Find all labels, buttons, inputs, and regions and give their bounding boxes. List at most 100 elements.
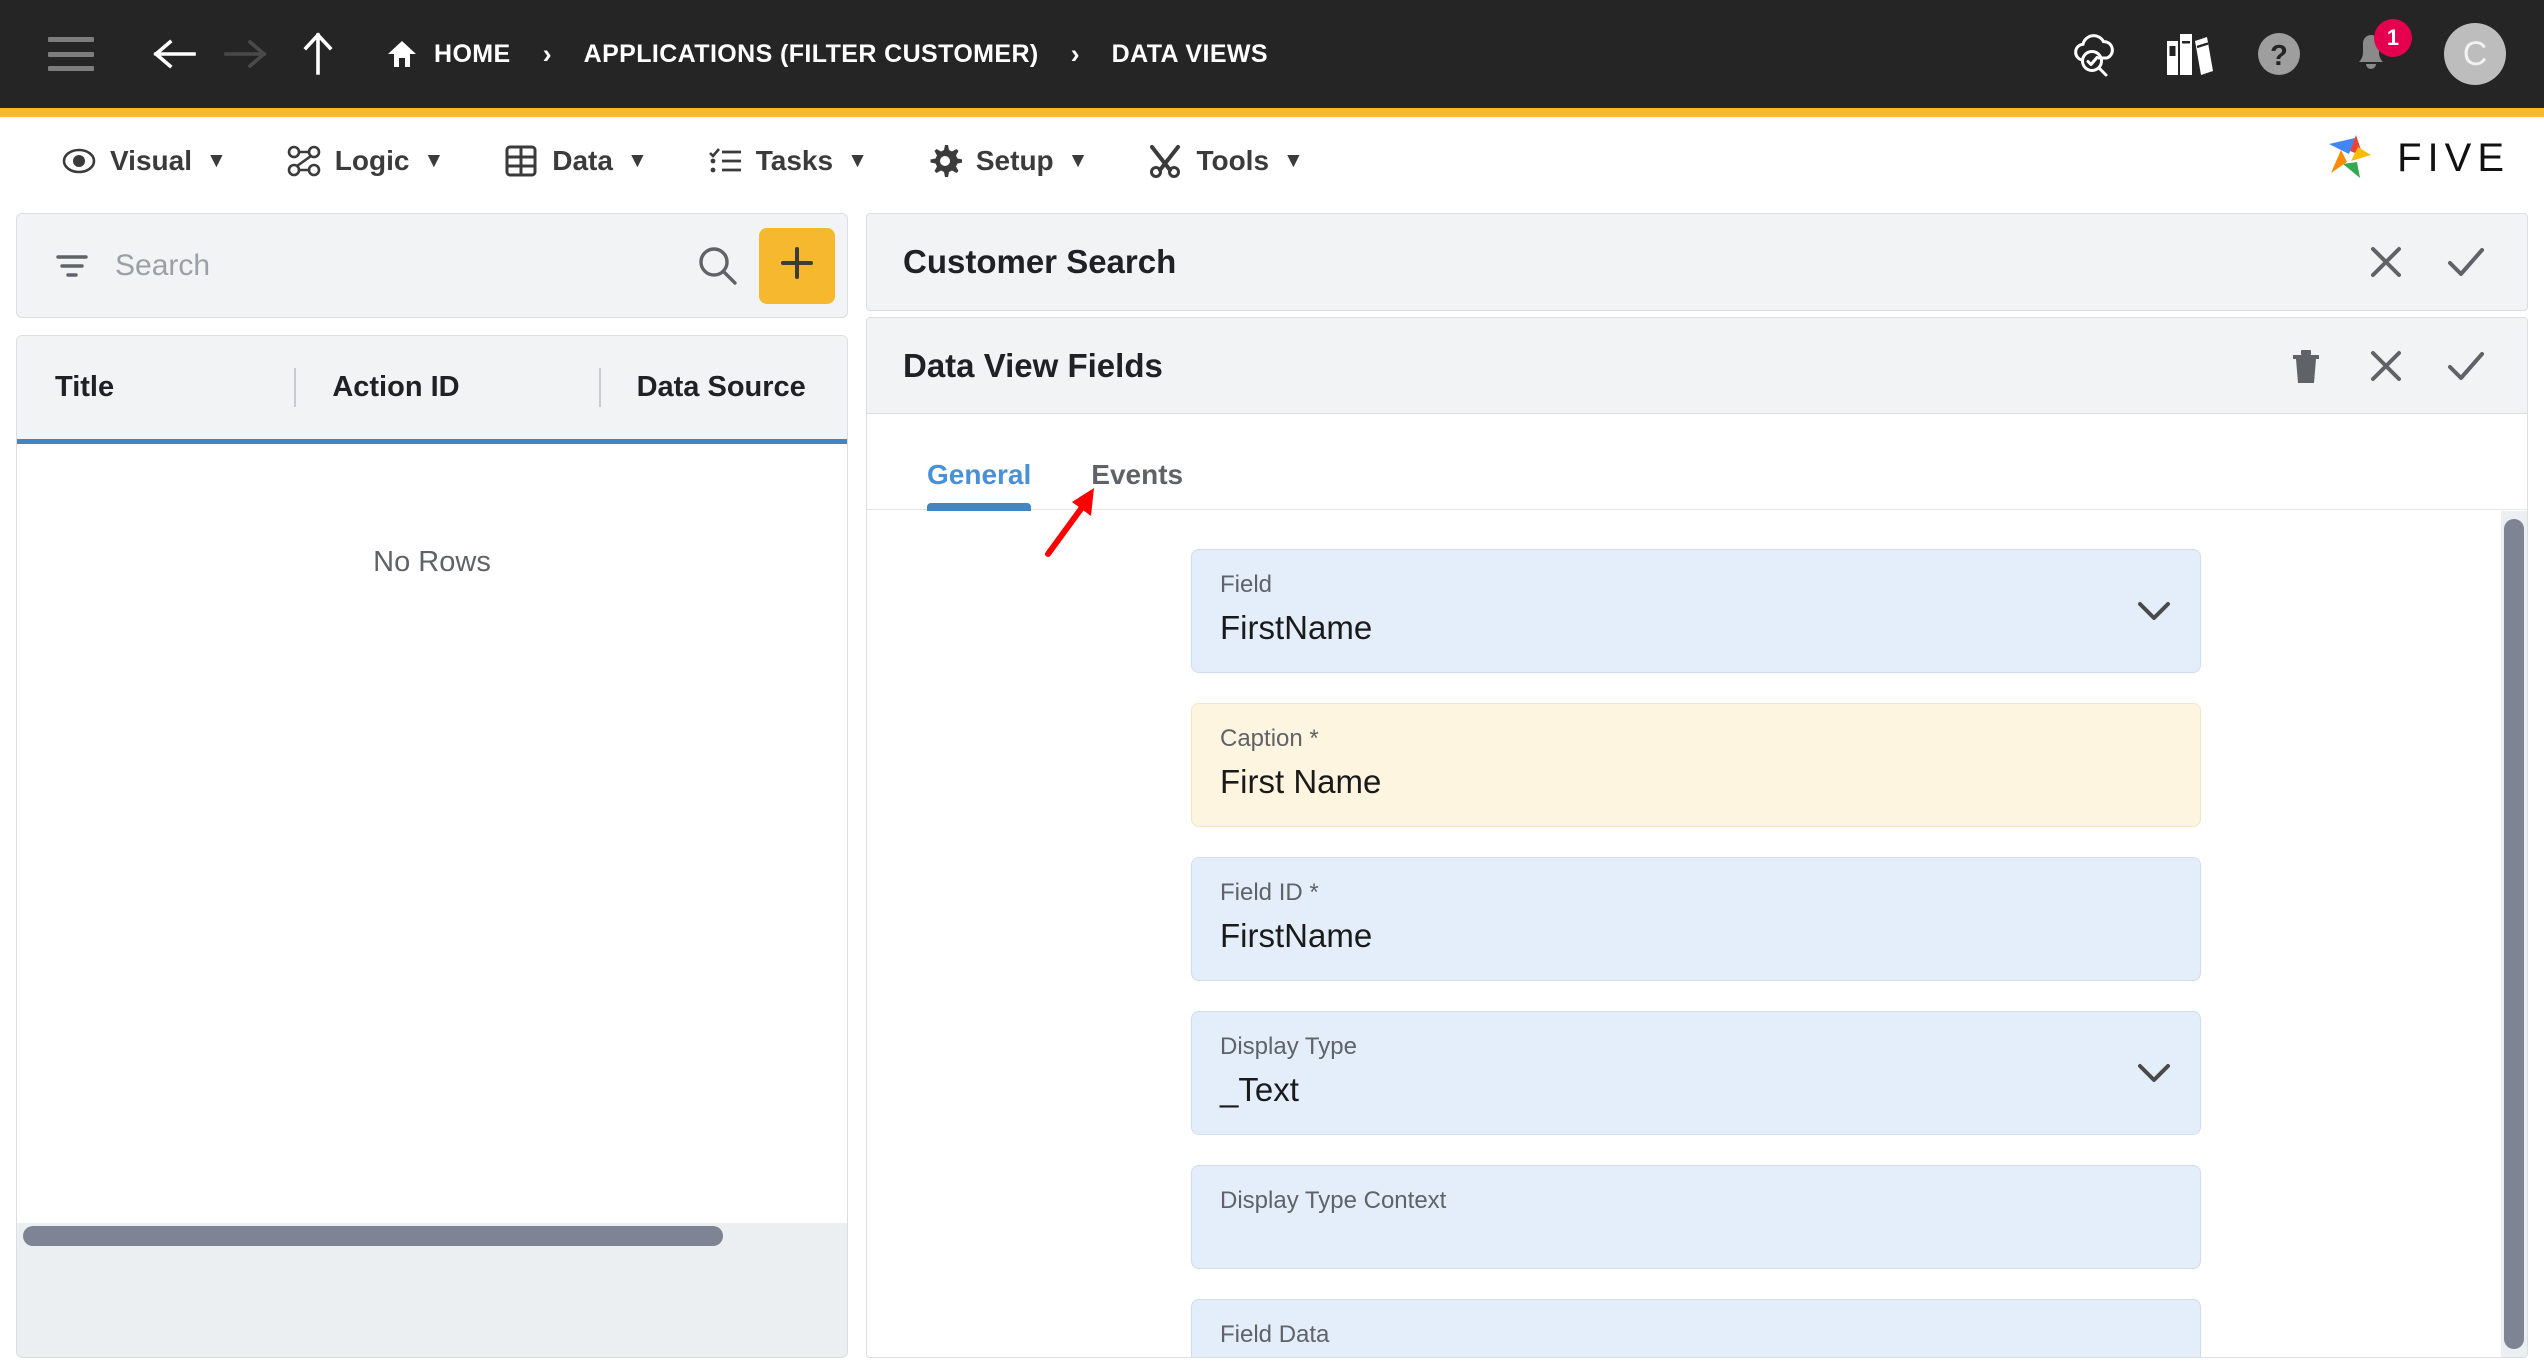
- breadcrumb-separator-2: ›: [1070, 38, 1080, 69]
- breadcrumb-label-applications: APPLICATIONS (FILTER CUSTOMER): [583, 39, 1039, 68]
- grid-empty-message: No Rows: [373, 546, 491, 578]
- field-field-id[interactable]: Field ID * FirstName: [1191, 857, 2201, 981]
- chevron-down-icon: ▼: [626, 149, 648, 172]
- menu-item-logic[interactable]: Logic ▼: [257, 138, 474, 184]
- menu-item-tasks[interactable]: Tasks ▼: [678, 138, 898, 184]
- search-icon[interactable]: [689, 238, 745, 294]
- field-display-type-context-label: Display Type Context: [1220, 1187, 1447, 1214]
- form-scroll-area: Field FirstName Caption * First Name Fie…: [867, 511, 2527, 1357]
- cloud-check-icon[interactable]: [2066, 25, 2124, 83]
- data-view-fields-header: Data View Fields: [867, 318, 2527, 414]
- field-field[interactable]: Field FirstName: [1191, 549, 2201, 673]
- application-window: HOME › APPLICATIONS (FILTER CUSTOMER) › …: [0, 0, 2544, 1372]
- trash-icon[interactable]: [2275, 335, 2337, 397]
- filter-icon[interactable]: [53, 247, 91, 285]
- chevron-down-icon[interactable]: [2134, 591, 2174, 631]
- tab-bar: General Events: [867, 414, 2527, 511]
- search-bar: [16, 213, 848, 318]
- arrow-right-icon[interactable]: [210, 26, 282, 82]
- topbar-left-group: HOME › APPLICATIONS (FILTER CUSTOMER) › …: [48, 26, 2066, 82]
- close-icon[interactable]: [2355, 335, 2417, 397]
- add-button[interactable]: [759, 227, 835, 304]
- gear-icon: [928, 144, 962, 178]
- customer-search-header: Customer Search: [866, 213, 2528, 311]
- chevron-down-icon[interactable]: [2134, 1053, 2174, 1093]
- top-navigation-bar: HOME › APPLICATIONS (FILTER CUSTOMER) › …: [0, 0, 2544, 108]
- books-icon[interactable]: [2158, 25, 2216, 83]
- help-icon[interactable]: ?: [2250, 25, 2308, 83]
- accent-divider: [0, 108, 2544, 117]
- field-caption[interactable]: Caption * First Name: [1191, 703, 2201, 827]
- breadcrumb-item-home[interactable]: HOME: [380, 38, 517, 70]
- field-caption-value: First Name: [1220, 763, 1382, 800]
- field-display-type-value: _Text: [1220, 1071, 1299, 1108]
- main-menu-bar: Visual ▼ Logic ▼ Data ▼ Tasks ▼ Setup ▼ …: [0, 117, 2544, 205]
- menu-label-data: Data: [552, 145, 613, 176]
- menu-item-tools[interactable]: Tools ▼: [1118, 138, 1333, 184]
- eye-icon: [62, 144, 96, 178]
- notifications-icon[interactable]: 1: [2342, 19, 2412, 83]
- field-display-type-label: Display Type: [1220, 1033, 1357, 1060]
- menu-label-visual: Visual: [110, 145, 192, 176]
- chevron-down-icon: ▼: [1283, 149, 1304, 172]
- grid-horizontal-scrollbar-thumb[interactable]: [23, 1226, 723, 1246]
- menu-item-data[interactable]: Data ▼: [474, 138, 678, 184]
- data-views-grid: Title Action ID Data Source No Rows: [16, 335, 848, 1358]
- field-display-type-context[interactable]: Display Type Context: [1191, 1165, 2201, 1269]
- data-view-fields-title: Data View Fields: [903, 346, 1163, 384]
- grid-footer: [17, 1249, 847, 1357]
- breadcrumb-label-home: HOME: [434, 39, 511, 68]
- right-panel: Customer Search Data View Fields General…: [866, 213, 2528, 1358]
- avatar-initial: C: [2462, 34, 2488, 73]
- close-icon[interactable]: [2355, 231, 2417, 293]
- breadcrumb-label-data-views: DATA VIEWS: [1111, 39, 1268, 68]
- grid-column-data-source[interactable]: Data Source: [598, 336, 847, 439]
- grid-header-row: Title Action ID Data Source: [17, 336, 847, 444]
- chevron-down-icon: ▼: [1067, 149, 1089, 172]
- checklist-icon: [708, 144, 742, 178]
- chevron-down-icon: ▼: [205, 149, 227, 172]
- chevron-down-icon: ▼: [847, 149, 868, 172]
- form-vertical-scrollbar[interactable]: [2501, 511, 2527, 1357]
- field-display-type[interactable]: Display Type _Text: [1191, 1011, 2201, 1135]
- grid-column-action-id[interactable]: Action ID: [294, 336, 598, 439]
- field-field-value: FirstName: [1220, 609, 1373, 646]
- breadcrumb-item-data-views[interactable]: DATA VIEWS: [1106, 40, 1274, 69]
- tab-general-label: General: [927, 459, 1032, 490]
- avatar[interactable]: C: [2444, 23, 2506, 85]
- menu-label-logic: Logic: [334, 145, 410, 176]
- form-fields-column: Field FirstName Caption * First Name Fie…: [1191, 549, 2201, 1357]
- check-icon[interactable]: [2435, 231, 2497, 293]
- plus-icon: [777, 243, 817, 288]
- grid-horizontal-scrollbar[interactable]: [17, 1223, 847, 1249]
- grid-body: No Rows: [17, 444, 847, 1234]
- field-field-id-label: Field ID *: [1220, 879, 1319, 906]
- tab-general[interactable]: General: [897, 459, 1061, 511]
- data-view-fields-card: Data View Fields General Events Field Fi…: [866, 317, 2528, 1358]
- tab-events[interactable]: Events: [1061, 459, 1213, 509]
- five-logo: FIVE: [2325, 128, 2510, 189]
- form-vertical-scrollbar-thumb[interactable]: [2504, 519, 2524, 1349]
- home-icon: [386, 38, 418, 70]
- menu-item-setup[interactable]: Setup ▼: [898, 138, 1119, 184]
- topbar-action-group: ? 1 C: [2066, 19, 2506, 85]
- menu-label-tools: Tools: [1196, 145, 1270, 176]
- arrow-left-icon[interactable]: [138, 26, 210, 82]
- search-input[interactable]: [115, 248, 689, 283]
- menu-label-setup: Setup: [975, 145, 1054, 176]
- menu-item-visual[interactable]: Visual ▼: [32, 138, 257, 184]
- field-field-data[interactable]: Field Data Click to set field data: [1191, 1299, 2201, 1357]
- arrow-up-icon[interactable]: [282, 26, 354, 82]
- breadcrumb-item-applications[interactable]: APPLICATIONS (FILTER CUSTOMER): [578, 40, 1045, 69]
- chevron-down-icon: ▼: [423, 149, 445, 172]
- hamburger-icon[interactable]: [48, 37, 94, 71]
- field-field-id-value: FirstName: [1220, 917, 1373, 954]
- check-icon[interactable]: [2435, 335, 2497, 397]
- field-field-data-label: Field Data: [1220, 1321, 1330, 1348]
- field-caption-label: Caption *: [1220, 725, 1319, 752]
- breadcrumb-separator: ›: [542, 38, 552, 69]
- table-icon: [504, 144, 538, 178]
- notification-badge: 1: [2374, 19, 2412, 57]
- field-field-label: Field: [1220, 571, 1273, 598]
- grid-column-title[interactable]: Title: [17, 336, 294, 439]
